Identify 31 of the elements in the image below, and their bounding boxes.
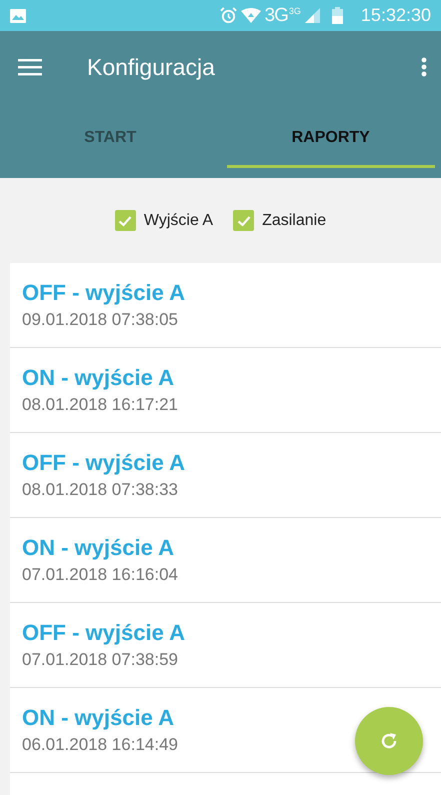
network-label: 3G	[264, 4, 288, 26]
report-date: 07.01.2018 07:38:59	[22, 650, 178, 670]
battery-icon	[332, 7, 343, 24]
menu-button[interactable]	[18, 58, 42, 76]
checkbox-label: Zasilanie	[262, 212, 326, 230]
tab[interactable]: START	[6, 113, 214, 168]
tab[interactable]: RAPORTY	[226, 113, 435, 168]
report-title: OFF - wyjście A	[22, 620, 186, 646]
report-date: 09.01.2018 07:38:05	[22, 310, 178, 330]
toolbar-title: Konfiguracja	[87, 54, 216, 80]
network-label: 3G	[288, 6, 301, 16]
refresh-icon	[379, 731, 399, 751]
menu-icon	[18, 58, 42, 76]
signal-icon	[304, 8, 320, 23]
report-title: OFF - wyjście A	[22, 450, 186, 476]
report-title: ON - wyjście A	[22, 705, 174, 731]
report-title: ON - wyjście A	[22, 535, 174, 561]
image-icon	[10, 8, 26, 22]
checkbox[interactable]	[233, 210, 254, 231]
more-icon	[421, 57, 427, 77]
report-title: OFF - wyjście A	[22, 280, 186, 306]
clock-time: 15:32:30	[360, 5, 431, 26]
checkbox-label: Wyjście A	[144, 212, 214, 230]
alarm-icon	[220, 7, 237, 24]
report-date: 08.01.2018 16:17:21	[22, 395, 178, 415]
report-title: ON - wyjście A	[22, 365, 174, 391]
report-date: 08.01.2018 07:38:33	[22, 480, 178, 500]
wifi-icon	[240, 8, 261, 23]
checkbox[interactable]	[114, 210, 136, 231]
report-date: 07.01.2018 16:16:04	[22, 565, 178, 585]
report-date: 06.01.2018 16:14:49	[22, 735, 178, 755]
